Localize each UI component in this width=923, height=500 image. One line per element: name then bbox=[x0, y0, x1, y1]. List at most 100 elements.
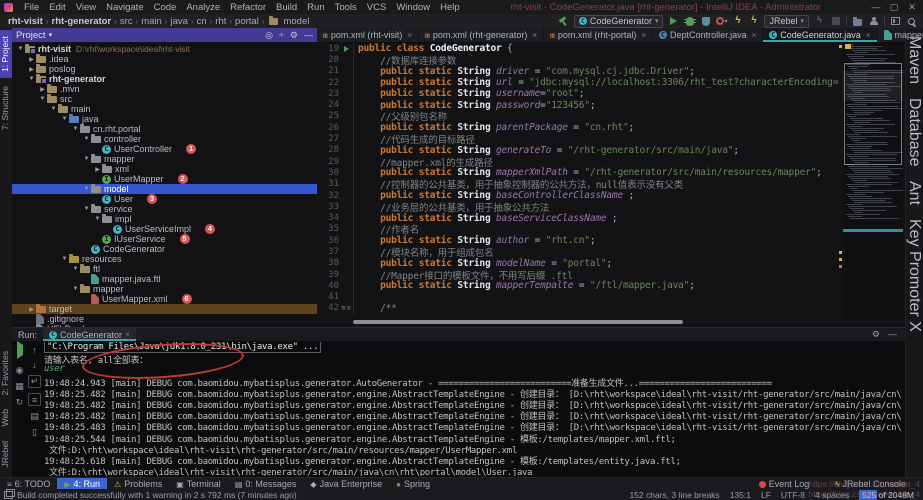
tree-item-controller[interactable]: ▼controller bbox=[12, 134, 317, 144]
menu-code[interactable]: Code bbox=[149, 2, 182, 13]
editor-tab-deptcontroller-java[interactable]: CDeptController.java× bbox=[653, 28, 763, 42]
restore-layout-icon[interactable]: ▦ bbox=[15, 381, 24, 392]
run-button[interactable] bbox=[668, 16, 679, 27]
close-icon[interactable]: × bbox=[125, 330, 130, 339]
expanded-arrow-icon[interactable]: ▼ bbox=[38, 96, 47, 102]
search-everywhere-icon[interactable] bbox=[906, 16, 917, 27]
tool-button-key-promoter-x[interactable]: Key Promoter X bbox=[906, 213, 923, 338]
editor-tab-pom-xml-rht-portal-[interactable]: mpom.xml (rht-portal)× bbox=[544, 28, 653, 42]
breadcrumb-item-rht[interactable]: rht bbox=[213, 16, 228, 27]
tool-button-2-favorites[interactable]: 2: Favorites bbox=[0, 345, 12, 401]
collapsed-arrow-icon[interactable]: ▶ bbox=[27, 306, 36, 313]
run-console-tab[interactable]: C CodeGenerator × bbox=[43, 328, 136, 341]
expanded-arrow-icon[interactable]: ▼ bbox=[82, 206, 91, 212]
horizontal-scrollbar[interactable] bbox=[353, 320, 683, 324]
breadcrumb-item-java[interactable]: java bbox=[168, 16, 189, 27]
chevron-down-icon[interactable]: ▾ bbox=[49, 31, 53, 39]
close-icon[interactable]: × bbox=[641, 31, 646, 40]
tree-item-rht-visit[interactable]: ▼rht-visitD:\rht\workspace\ideal\rht-vis… bbox=[12, 44, 317, 54]
breadcrumb-item-model[interactable]: model bbox=[281, 16, 311, 27]
menu-edit[interactable]: Edit bbox=[44, 2, 70, 13]
collapsed-arrow-icon[interactable]: ▶ bbox=[38, 86, 47, 93]
warning-mark[interactable] bbox=[839, 265, 842, 268]
minimize-button[interactable]: — bbox=[867, 0, 885, 14]
dump-threads-icon[interactable]: ◉ bbox=[16, 365, 24, 376]
tool-button-web[interactable]: Web bbox=[0, 403, 12, 432]
tree-item-CodeGenerator[interactable]: CCodeGenerator bbox=[12, 244, 317, 254]
menu-view[interactable]: View bbox=[71, 2, 101, 13]
expanded-arrow-icon[interactable]: ▼ bbox=[82, 186, 91, 192]
expanded-arrow-icon[interactable]: ▼ bbox=[27, 76, 36, 82]
hide-panel-icon[interactable]: — bbox=[304, 30, 313, 41]
minimap-viewport[interactable] bbox=[844, 63, 902, 165]
pin-tab-icon[interactable]: ↻ bbox=[16, 397, 24, 408]
tool-button-jrebel[interactable]: JRebel bbox=[0, 435, 12, 473]
jrebel-select[interactable]: JRebel ▾ bbox=[764, 15, 809, 28]
breadcrumb-item-rht-generator[interactable]: rht-generator bbox=[50, 16, 114, 27]
tree-item-rht-generator[interactable]: ▼rht-generator bbox=[12, 74, 317, 84]
expanded-arrow-icon[interactable]: ▼ bbox=[71, 286, 80, 292]
menu-window[interactable]: Window bbox=[391, 2, 435, 13]
tree-item-mapper[interactable]: ▼mapper bbox=[12, 154, 317, 164]
editor-tab-pom-xml-rht-generator-[interactable]: mpom.xml (rht-generator)× bbox=[419, 28, 544, 42]
profiler-button[interactable]: ▾ bbox=[716, 16, 727, 27]
breadcrumb-item-portal[interactable]: portal bbox=[233, 16, 261, 27]
expanded-arrow-icon[interactable]: ▼ bbox=[82, 136, 91, 142]
tree-item-impl[interactable]: ▼impl bbox=[12, 214, 317, 224]
breadcrumb-item-main[interactable]: main bbox=[139, 16, 164, 27]
print-icon[interactable]: ▤ bbox=[30, 411, 39, 422]
tree-item-model[interactable]: ▼model bbox=[12, 184, 317, 194]
breadcrumb-item-rht-visit[interactable]: rht-visit bbox=[6, 16, 45, 27]
warning-mark[interactable] bbox=[839, 258, 842, 261]
warning-mark[interactable] bbox=[839, 251, 842, 254]
tree-item-.idea[interactable]: ▶.idea bbox=[12, 54, 317, 64]
gutter-icon[interactable]: ⊙ bbox=[347, 304, 351, 312]
hide-panel-icon[interactable]: — bbox=[888, 329, 897, 340]
tree-item-src[interactable]: ▼src bbox=[12, 94, 317, 104]
expanded-arrow-icon[interactable]: ▼ bbox=[82, 156, 91, 162]
expanded-arrow-icon[interactable]: ▼ bbox=[16, 46, 25, 52]
tree-item-poslog[interactable]: ▶poslog bbox=[12, 64, 317, 74]
close-icon[interactable]: × bbox=[752, 31, 757, 40]
locate-file-icon[interactable]: ◎ bbox=[265, 30, 273, 41]
menu-navigate[interactable]: Navigate bbox=[101, 2, 149, 13]
down-stack-icon[interactable]: ↓ bbox=[32, 360, 37, 370]
tree-item-ftl[interactable]: ▼ftl bbox=[12, 264, 317, 274]
tool-button-1-project[interactable]: 1: Project bbox=[0, 30, 12, 78]
maximize-button[interactable]: ▢ bbox=[885, 0, 903, 14]
status-widget-152-chars-3-line-breaks[interactable]: 152 chars, 3 line breaks bbox=[629, 490, 719, 500]
tree-item-mapper[interactable]: ▼mapper bbox=[12, 284, 317, 294]
project-panel-header[interactable]: Project ▾ ◎ ÷ ⚙ — bbox=[12, 28, 317, 42]
expanded-arrow-icon[interactable]: ▼ bbox=[60, 256, 69, 262]
restore-layout-icon[interactable] bbox=[890, 16, 901, 27]
tree-item-target[interactable]: ▶target bbox=[12, 304, 317, 314]
expanded-arrow-icon[interactable]: ▼ bbox=[49, 106, 58, 112]
error-stripe[interactable] bbox=[839, 43, 842, 319]
tool-button-ant[interactable]: Ant bbox=[906, 175, 923, 211]
tree-item-UserServiceImpl[interactable]: CUserServiceImpl4 bbox=[12, 224, 317, 234]
warning-mark[interactable] bbox=[839, 45, 842, 48]
expanded-arrow-icon[interactable]: ▼ bbox=[71, 266, 80, 272]
tree-item-mapper.java.ftl[interactable]: mapper.java.ftl bbox=[12, 274, 317, 284]
jrebel-debug-icon[interactable]: ϟ bbox=[748, 16, 759, 27]
status-widget-lf[interactable]: LF bbox=[761, 490, 771, 500]
console-output[interactable]: "C:\Program Files\Java\jdk1.8.0_231\bin\… bbox=[44, 342, 903, 476]
expanded-arrow-icon[interactable]: ▼ bbox=[71, 126, 80, 132]
menu-refactor[interactable]: Refactor bbox=[225, 2, 271, 13]
tree-item-service[interactable]: ▼service bbox=[12, 204, 317, 214]
editor-tab-codegenerator-java[interactable]: CCodeGenerator.java× bbox=[763, 28, 877, 42]
tree-item-java[interactable]: ▼java bbox=[12, 114, 317, 124]
close-button[interactable]: ✕ bbox=[903, 0, 921, 14]
tree-item-.mvn[interactable]: ▶.mvn bbox=[12, 84, 317, 94]
breadcrumb-item-cn[interactable]: cn bbox=[195, 16, 209, 27]
tool-button-database[interactable]: Database bbox=[906, 92, 923, 173]
menu-vcs[interactable]: VCS bbox=[362, 2, 392, 13]
commit-user-icon[interactable] bbox=[868, 16, 879, 27]
gear-icon[interactable]: ⚙ bbox=[872, 329, 880, 340]
collapsed-arrow-icon[interactable]: ▶ bbox=[93, 166, 102, 173]
tree-item-User[interactable]: CUser3 bbox=[12, 194, 317, 204]
tree-item-IUserService[interactable]: IIUserService5 bbox=[12, 234, 317, 244]
close-icon[interactable]: × bbox=[532, 31, 537, 40]
status-widget-135-1[interactable]: 135:1 bbox=[730, 490, 751, 500]
breadcrumb-item-src[interactable]: src bbox=[118, 16, 135, 27]
